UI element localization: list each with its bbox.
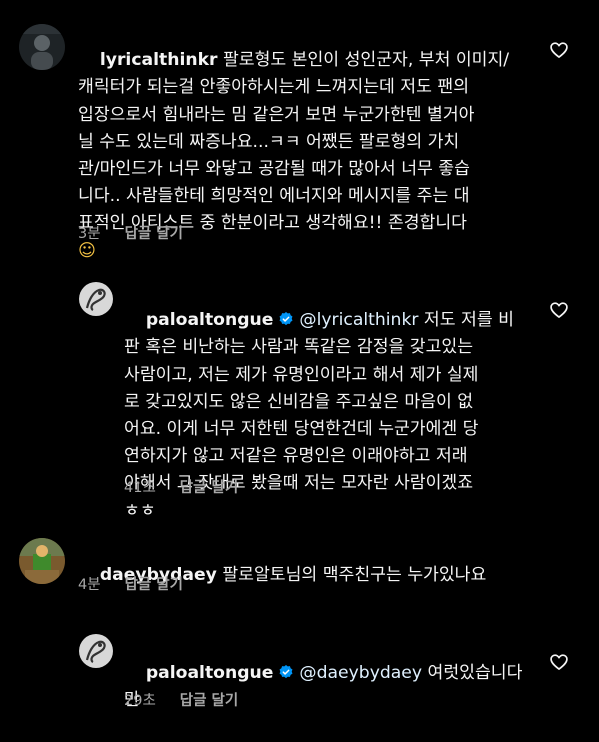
reply-button[interactable]: 답글 달기 — [180, 693, 238, 709]
reply-button[interactable]: 답글 달기 — [125, 226, 183, 242]
comment-text: 팔로알토님의 맥주친구는 누가있나요 — [216, 565, 487, 586]
heart-outline-icon[interactable] — [549, 652, 569, 672]
verified-badge-icon — [279, 665, 293, 679]
reply-button[interactable]: 답글 달기 — [180, 480, 238, 496]
avatar-daeybydaey[interactable] — [19, 538, 65, 584]
comment-body: lyricalthinkr 팔로형도 본인이 성인군자, 부처 이미지/ 캐릭터… — [78, 20, 548, 292]
mention-link[interactable]: @lyricalthinkr — [299, 310, 418, 330]
comment-meta: 29초 답글 달기 — [124, 689, 238, 710]
comment-meta: 3분 답글 달기 — [78, 222, 183, 243]
comment-time: 4분 — [78, 577, 101, 593]
comment-time: 3분 — [78, 226, 101, 242]
mention-link[interactable]: @daeybydaey — [299, 663, 422, 683]
comment-username[interactable]: paloaltongue — [146, 663, 274, 683]
comment-time: 29초 — [124, 693, 156, 709]
reply-button[interactable]: 답글 달기 — [125, 577, 183, 593]
comment-text: 팔로형도 본인이 성인군자, 부처 이미지/ 캐릭터가 되는걸 안좋아하시는게 … — [78, 50, 510, 234]
verified-badge-icon — [279, 312, 293, 326]
comment-body: paloaltongue @lyricalthinkr 저도 저를 비 판 혹은 … — [124, 280, 534, 552]
comment-meta: 41초 답글 달기 — [124, 476, 238, 497]
avatar-paloaltongue[interactable] — [79, 282, 113, 316]
avatar-lyricalthinkr[interactable] — [19, 24, 65, 70]
comment-username[interactable]: paloaltongue — [146, 310, 274, 330]
comment-time: 41초 — [124, 480, 156, 496]
heart-outline-icon[interactable] — [549, 40, 569, 60]
avatar-paloaltongue[interactable] — [79, 634, 113, 668]
comment-meta: 4분 답글 달기 — [78, 573, 183, 594]
heart-outline-icon[interactable] — [549, 300, 569, 320]
comment-body: paloaltongue @daeybydaey 여럿있습니다 만 — [124, 633, 534, 742]
comment-username[interactable]: lyricalthinkr — [100, 50, 218, 70]
